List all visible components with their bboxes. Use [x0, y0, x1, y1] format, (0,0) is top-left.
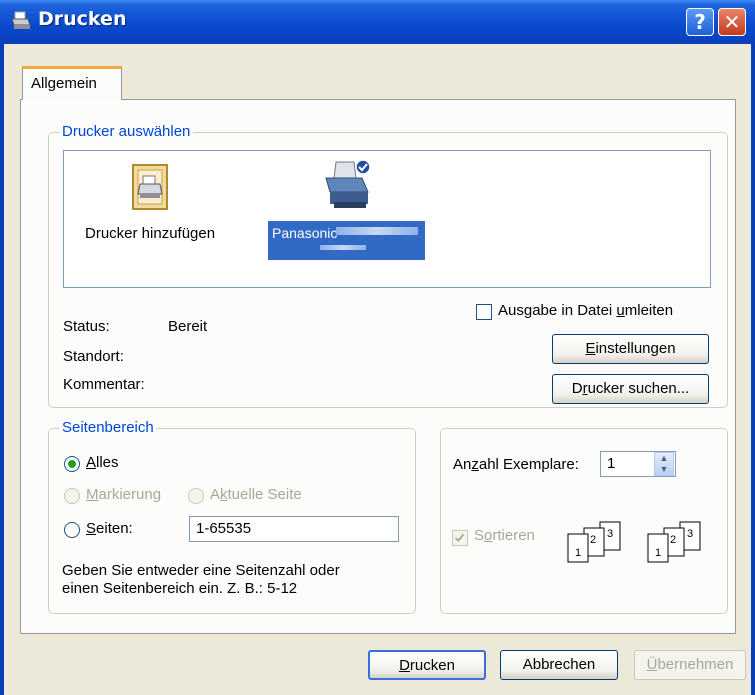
- collate-pages-icon: 1 2 3: [567, 521, 621, 563]
- print-to-file-checkbox[interactable]: [476, 304, 492, 320]
- apply-button[interactable]: Übernehmen: [634, 650, 746, 680]
- status-value: Bereit: [168, 318, 208, 335]
- redacted-text: [336, 227, 418, 235]
- select-printer-legend: Drucker auswählen: [59, 123, 194, 140]
- title-bar[interactable]: Drucken ? ✕: [0, 0, 755, 44]
- checkmark-icon: [455, 533, 465, 542]
- cancel-button[interactable]: Abbrechen: [500, 650, 618, 680]
- find-printer-button[interactable]: Drucker suchen...: [552, 374, 709, 404]
- page-range-legend: Seitenbereich: [59, 419, 157, 436]
- printer-icon: [11, 11, 31, 29]
- help-button[interactable]: ?: [686, 8, 714, 36]
- pages-label[interactable]: Seiten:: [86, 520, 133, 537]
- tab-general[interactable]: Allgemein: [22, 66, 122, 100]
- current-page-label[interactable]: Aktuelle Seite: [210, 486, 302, 503]
- tab-general-label: Allgemein: [31, 75, 97, 92]
- printer-icon[interactable]: [322, 158, 372, 212]
- copies-spinner[interactable]: ▲ ▼: [654, 452, 674, 476]
- preferences-button[interactable]: Einstellungen: [552, 334, 709, 364]
- spin-down-icon[interactable]: ▼: [660, 464, 669, 474]
- current-page-radio[interactable]: [188, 488, 204, 504]
- collate-page-number: 1: [655, 547, 661, 559]
- redacted-text: [320, 245, 366, 250]
- page-range-hint-line2: einen Seitenbereich ein. Z. B.: 5-12: [62, 580, 298, 597]
- add-printer-label[interactable]: Drucker hinzufügen: [85, 225, 215, 242]
- collate-checkbox[interactable]: [452, 530, 468, 546]
- pages-radio[interactable]: [64, 522, 80, 538]
- status-label: Status:: [63, 318, 110, 335]
- collate-page-number: 2: [670, 534, 676, 546]
- collate-page-number: 3: [687, 528, 693, 540]
- comment-label: Kommentar:: [63, 376, 145, 393]
- pages-input[interactable]: 1-65535: [189, 516, 399, 542]
- add-printer-icon[interactable]: [130, 162, 170, 212]
- collate-page-number: 3: [607, 528, 613, 540]
- window-frame-left: [0, 44, 4, 695]
- location-label: Standort:: [63, 348, 124, 365]
- collate-label[interactable]: Sortieren: [474, 527, 535, 544]
- printer-item-panasonic[interactable]: Panasonic: [268, 221, 425, 260]
- collate-pages-icon: 1 2 3: [647, 521, 701, 563]
- print-button[interactable]: Drucken: [368, 650, 486, 680]
- selection-label[interactable]: Markierung: [86, 486, 161, 503]
- all-pages-radio[interactable]: [64, 456, 80, 472]
- page-range-hint-line1: Geben Sie entweder eine Seitenzahl oder: [62, 562, 340, 579]
- collate-page-number: 1: [575, 547, 581, 559]
- printer-item-panasonic-label: Panasonic: [272, 225, 338, 241]
- print-to-file-label[interactable]: Ausgabe in Datei umleiten: [498, 302, 673, 319]
- window-title: Drucken: [38, 8, 127, 30]
- collate-page-number: 2: [590, 534, 596, 546]
- selection-radio[interactable]: [64, 488, 80, 504]
- spin-up-icon[interactable]: ▲: [660, 453, 669, 463]
- all-pages-label[interactable]: Alles: [86, 454, 119, 471]
- window-frame-right: [751, 44, 755, 695]
- copies-label: Anzahl Exemplare:: [453, 456, 579, 473]
- close-button[interactable]: ✕: [718, 8, 746, 36]
